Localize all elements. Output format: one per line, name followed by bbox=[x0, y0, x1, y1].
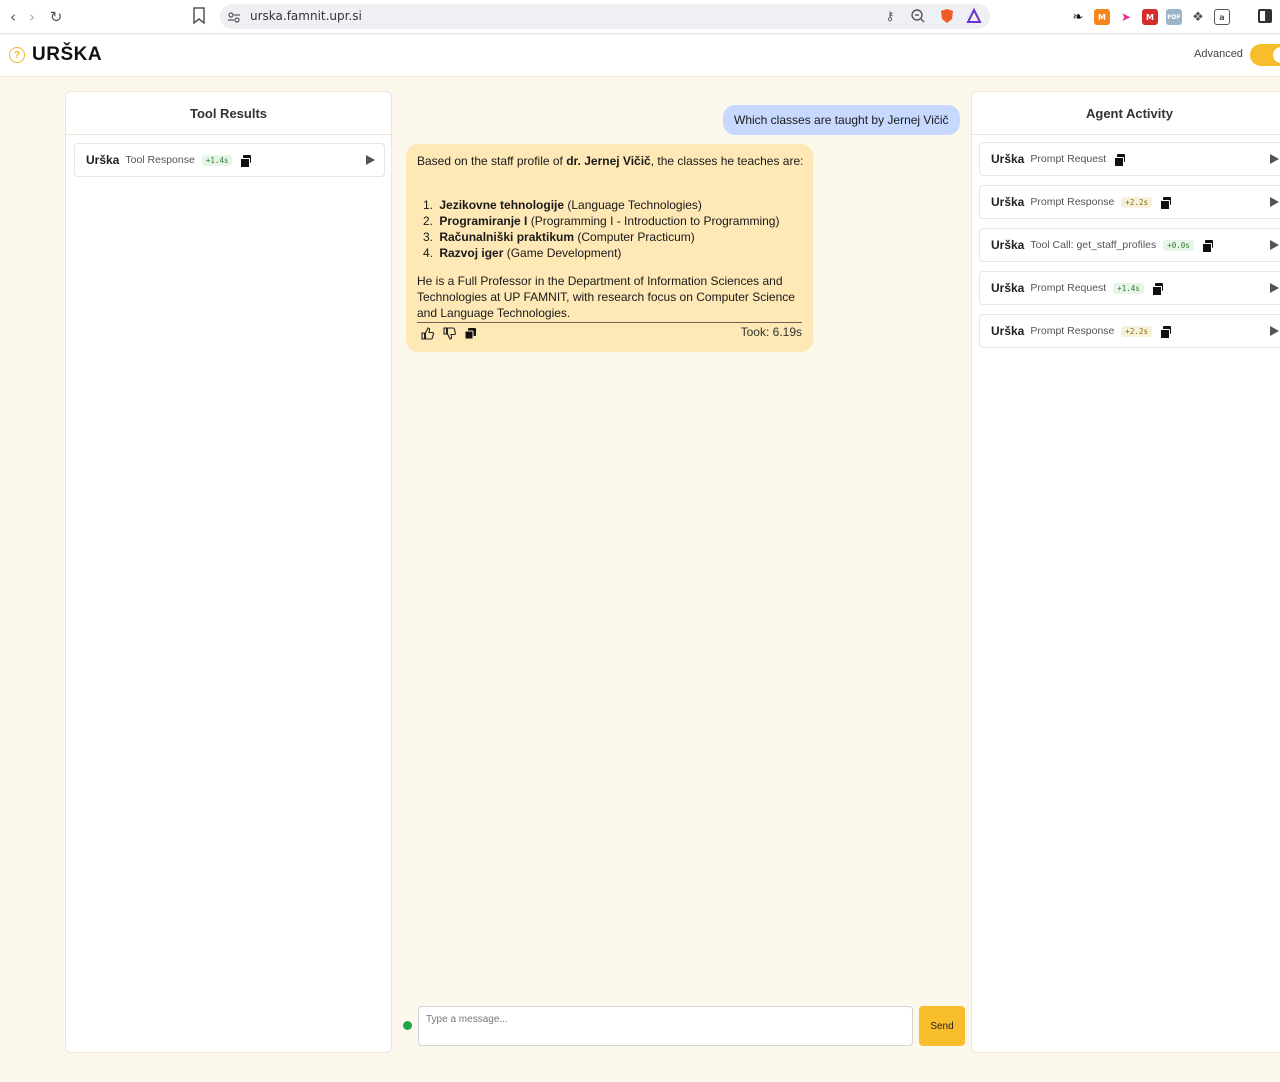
sidebar-toggle-icon[interactable] bbox=[1258, 9, 1272, 23]
send-button[interactable]: Send bbox=[919, 1006, 965, 1046]
class-name: Računalniški praktikum bbox=[439, 230, 575, 244]
list-item: 2. Programiranje I (Programming I - Intr… bbox=[420, 213, 810, 229]
log-type: Tool Response bbox=[125, 154, 195, 166]
reload-icon[interactable]: ↻ bbox=[44, 5, 68, 29]
copy-icon[interactable] bbox=[1201, 239, 1213, 253]
class-description: (Computer Practicum) bbox=[574, 230, 695, 244]
extension-icon[interactable]: ❧ bbox=[1070, 9, 1086, 25]
user-message-bubble: Which classes are taught by Jernej Vičič bbox=[723, 105, 960, 135]
url-text[interactable]: urska.famnit.upr.si bbox=[250, 9, 362, 23]
site-settings-icon[interactable] bbox=[227, 10, 241, 24]
copy-icon[interactable] bbox=[240, 154, 252, 168]
expand-arrow-icon[interactable] bbox=[1270, 283, 1279, 293]
list-number: 4. bbox=[422, 246, 433, 260]
activity-row[interactable]: Urška Tool Call: get_staff_profiles +0.0… bbox=[979, 228, 1280, 262]
reader-icon[interactable]: a bbox=[1214, 9, 1230, 25]
activity-row[interactable]: Urška Prompt Response +2.2s bbox=[979, 314, 1280, 348]
classes-list: 1. Jezikovne tehnologije (Language Techn… bbox=[420, 197, 810, 261]
brave-shield-icon[interactable] bbox=[939, 8, 955, 24]
list-item: 4. Razvoj iger (Game Development) bbox=[420, 245, 810, 261]
copy-icon[interactable] bbox=[1159, 196, 1171, 210]
metamask-icon[interactable]: M bbox=[1094, 9, 1110, 25]
duration-badge: +1.4s bbox=[1113, 282, 1144, 294]
agent-activity-panel: Agent Activity Urška Prompt Request Uršk… bbox=[971, 91, 1280, 1053]
copy-icon[interactable] bbox=[1151, 282, 1163, 296]
log-name: Urška bbox=[991, 238, 1025, 252]
log-type: Prompt Response bbox=[1030, 196, 1115, 208]
expand-arrow-icon[interactable] bbox=[366, 155, 375, 165]
copy-icon[interactable] bbox=[1159, 325, 1171, 339]
advanced-label: Advanced bbox=[1194, 48, 1243, 60]
divider bbox=[417, 322, 802, 323]
copy-icon[interactable] bbox=[1114, 153, 1126, 167]
message-input[interactable] bbox=[418, 1006, 913, 1046]
agent-activity-title: Agent Activity bbox=[972, 92, 1280, 135]
duration-badge: +2.2s bbox=[1121, 325, 1152, 337]
list-number: 2. bbox=[422, 214, 433, 228]
assistant-outro: He is a Full Professor in the Department… bbox=[417, 274, 795, 320]
tool-result-row[interactable]: Urška Tool Response +1.4s bbox=[74, 143, 385, 177]
extension-red-icon[interactable]: M bbox=[1142, 9, 1158, 25]
brave-rewards-icon[interactable] bbox=[966, 8, 982, 24]
copy-icon[interactable] bbox=[464, 327, 477, 340]
list-item: 3. Računalniški praktikum (Computer Prac… bbox=[420, 229, 810, 245]
log-type: Tool Call: get_staff_profiles bbox=[1030, 239, 1157, 251]
zoom-out-icon[interactable] bbox=[910, 8, 926, 24]
list-number: 3. bbox=[422, 230, 433, 244]
tool-results-title: Tool Results bbox=[66, 92, 391, 135]
log-name: Urška bbox=[991, 324, 1025, 338]
app-title: URŠKA bbox=[32, 44, 103, 65]
list-number: 1. bbox=[422, 198, 433, 212]
thumbs-down-icon[interactable] bbox=[443, 327, 456, 340]
duration-badge: +1.4s bbox=[201, 154, 233, 166]
activity-row[interactable]: Urška Prompt Request bbox=[979, 142, 1280, 176]
class-description: (Game Development) bbox=[503, 246, 622, 260]
browser-toolbar: ‹ › ↻ urska.famnit.upr.si ⚷ ❧ M ➤ M PDF … bbox=[0, 0, 1280, 34]
class-description: (Programming I - Introduction to Program… bbox=[527, 214, 780, 228]
activity-row[interactable]: Urška Prompt Response +2.2s bbox=[979, 185, 1280, 219]
response-time: Took: 6.19s bbox=[740, 325, 802, 339]
assistant-intro: Based on the staff profile of dr. Jernej… bbox=[417, 153, 807, 169]
extension-arrow-icon[interactable]: ➤ bbox=[1118, 9, 1134, 25]
duration-badge: +0.0s bbox=[1163, 239, 1194, 251]
list-item: 1. Jezikovne tehnologije (Language Techn… bbox=[420, 197, 810, 213]
key-icon[interactable]: ⚷ bbox=[882, 8, 898, 24]
forward-arrow-icon[interactable]: › bbox=[20, 5, 44, 29]
duration-badge: +2.2s bbox=[1121, 196, 1152, 208]
log-name: Urška bbox=[991, 281, 1025, 295]
connection-status-dot bbox=[403, 1021, 412, 1030]
toggle-knob bbox=[1273, 47, 1280, 63]
assistant-message-bubble: Based on the staff profile of dr. Jernej… bbox=[406, 144, 813, 352]
expand-arrow-icon[interactable] bbox=[1270, 240, 1279, 250]
tool-results-panel: Tool Results Urška Tool Response +1.4s bbox=[65, 91, 392, 1053]
class-name: Razvoj iger bbox=[439, 246, 504, 260]
expand-arrow-icon[interactable] bbox=[1270, 154, 1279, 164]
staff-name: dr. Jernej Vičič bbox=[566, 154, 651, 168]
activity-row[interactable]: Urška Prompt Request +1.4s bbox=[979, 271, 1280, 305]
log-type: Prompt Request bbox=[1030, 153, 1107, 165]
class-description: (Language Technologies) bbox=[564, 198, 702, 212]
class-name: Programiranje I bbox=[439, 214, 528, 228]
log-type: Prompt Request bbox=[1030, 282, 1107, 294]
expand-arrow-icon[interactable] bbox=[1270, 197, 1279, 207]
address-bar[interactable]: urska.famnit.upr.si ⚷ bbox=[220, 4, 990, 29]
thumbs-up-icon[interactable] bbox=[421, 327, 434, 340]
log-name: Urška bbox=[86, 153, 120, 167]
log-type: Prompt Response bbox=[1030, 325, 1115, 337]
help-icon[interactable]: ? bbox=[9, 47, 25, 63]
extensions-area: ❧ M ➤ M PDF ❖ a bbox=[1070, 5, 1230, 29]
log-name: Urška bbox=[991, 152, 1025, 166]
class-name: Jezikovne tehnologije bbox=[439, 198, 565, 212]
intro-text-end: , the classes he teaches are: bbox=[650, 154, 804, 168]
puzzle-icon[interactable]: ❖ bbox=[1190, 9, 1206, 25]
app-header: ? URŠKA Advanced bbox=[0, 35, 1280, 77]
advanced-toggle[interactable] bbox=[1250, 44, 1280, 66]
pdf-icon[interactable]: PDF bbox=[1166, 9, 1182, 25]
bookmark-icon[interactable] bbox=[192, 7, 206, 25]
expand-arrow-icon[interactable] bbox=[1270, 326, 1279, 336]
log-name: Urška bbox=[991, 195, 1025, 209]
intro-text: Based on the staff profile of bbox=[417, 154, 567, 168]
